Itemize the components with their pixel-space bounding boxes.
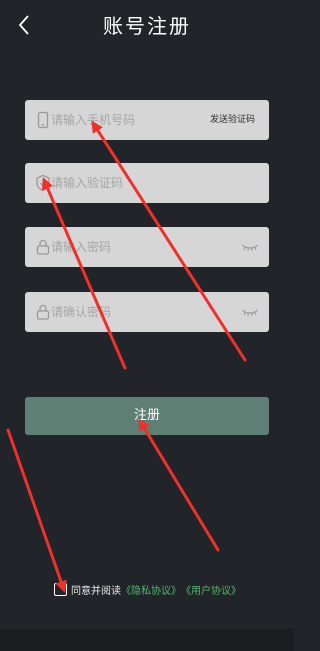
shield-icon [36,174,50,192]
phone-input[interactable] [51,100,221,140]
lock-icon [36,304,50,320]
password-input[interactable] [51,227,231,267]
confirm-password-input[interactable] [51,292,231,332]
password-field[interactable] [25,227,269,267]
code-input[interactable] [51,163,231,203]
phone-icon [37,111,49,129]
code-field[interactable] [25,163,269,203]
annotation-arrow [6,428,67,593]
confirm-password-field[interactable] [25,292,269,332]
annotation-arrow [138,418,220,552]
privacy-policy-link[interactable]: 《隐私协议》 [121,582,181,597]
eye-closed-icon[interactable] [241,240,259,254]
register-button[interactable]: 注册 [25,397,269,435]
lock-icon [36,239,50,255]
header: 账号注册 [0,0,294,50]
eye-closed-icon[interactable] [241,305,259,319]
agreement-text: 同意并阅读 [71,585,121,597]
bottom-bar [0,629,294,651]
page-title: 账号注册 [103,14,191,38]
send-code-button[interactable]: 发送验证码 [210,100,255,140]
user-agreement-link[interactable]: 《用户协议》 [181,582,241,597]
annotation-arrow [42,177,127,370]
agreement-row: 同意并阅读 《隐私协议》 《用户协议》 [54,581,241,597]
phone-field[interactable]: 发送验证码 [25,100,269,140]
agreement-checkbox[interactable] [54,582,67,596]
